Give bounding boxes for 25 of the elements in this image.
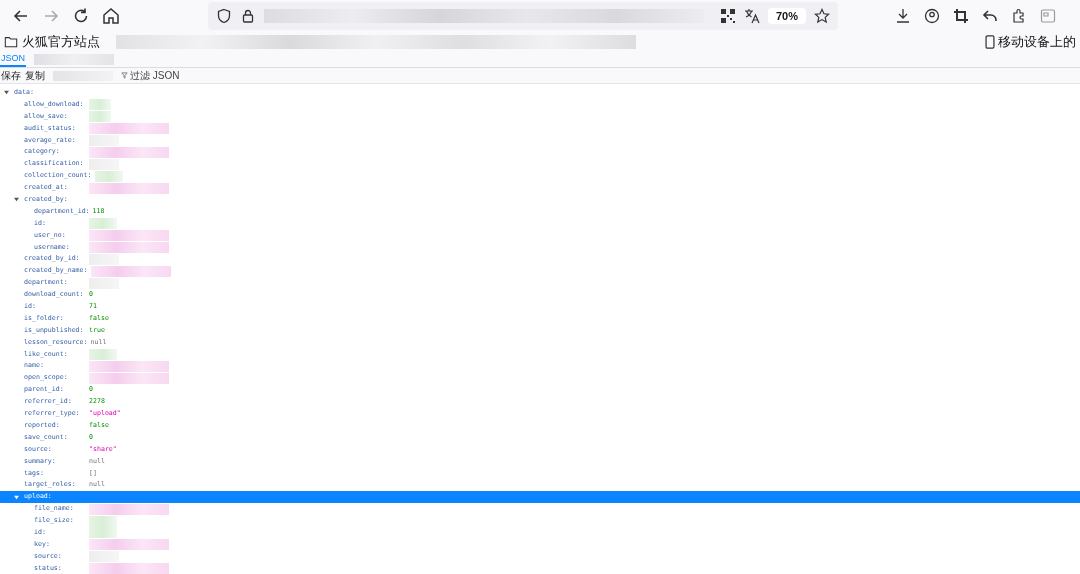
lock-icon[interactable] [240, 8, 256, 24]
filter-field[interactable]: 过滤 JSON [130, 68, 330, 83]
star-icon[interactable] [814, 8, 830, 24]
bookmark-folder[interactable]: 火狐官方站点 [22, 32, 100, 52]
address-bar[interactable]: 70% [208, 2, 838, 30]
sidebar-icon[interactable] [1040, 8, 1056, 24]
undo-icon[interactable] [982, 8, 998, 24]
phone-icon [984, 35, 996, 49]
qr-code-icon[interactable] [719, 8, 736, 24]
download-icon[interactable] [895, 8, 911, 24]
toolbar-button[interactable]: 保存 [1, 68, 21, 83]
filter-icon [121, 72, 128, 79]
zoom-level[interactable]: 70% [767, 7, 806, 25]
toolbar-button[interactable]: 复制 [25, 68, 45, 83]
account-icon[interactable] [924, 8, 940, 24]
folder-icon [4, 35, 18, 49]
puzzle-icon[interactable] [1011, 8, 1027, 24]
expand-toggle-icon[interactable] [4, 90, 9, 96]
crop-icon[interactable] [953, 8, 969, 24]
translate-icon[interactable] [743, 8, 760, 24]
expand-toggle-icon[interactable] [14, 494, 19, 500]
home-icon[interactable] [101, 6, 121, 26]
bookmark-folder[interactable]: 移动设备上的 [998, 32, 1076, 52]
shield-icon[interactable] [216, 8, 232, 24]
expand-toggle-icon[interactable] [14, 197, 19, 203]
